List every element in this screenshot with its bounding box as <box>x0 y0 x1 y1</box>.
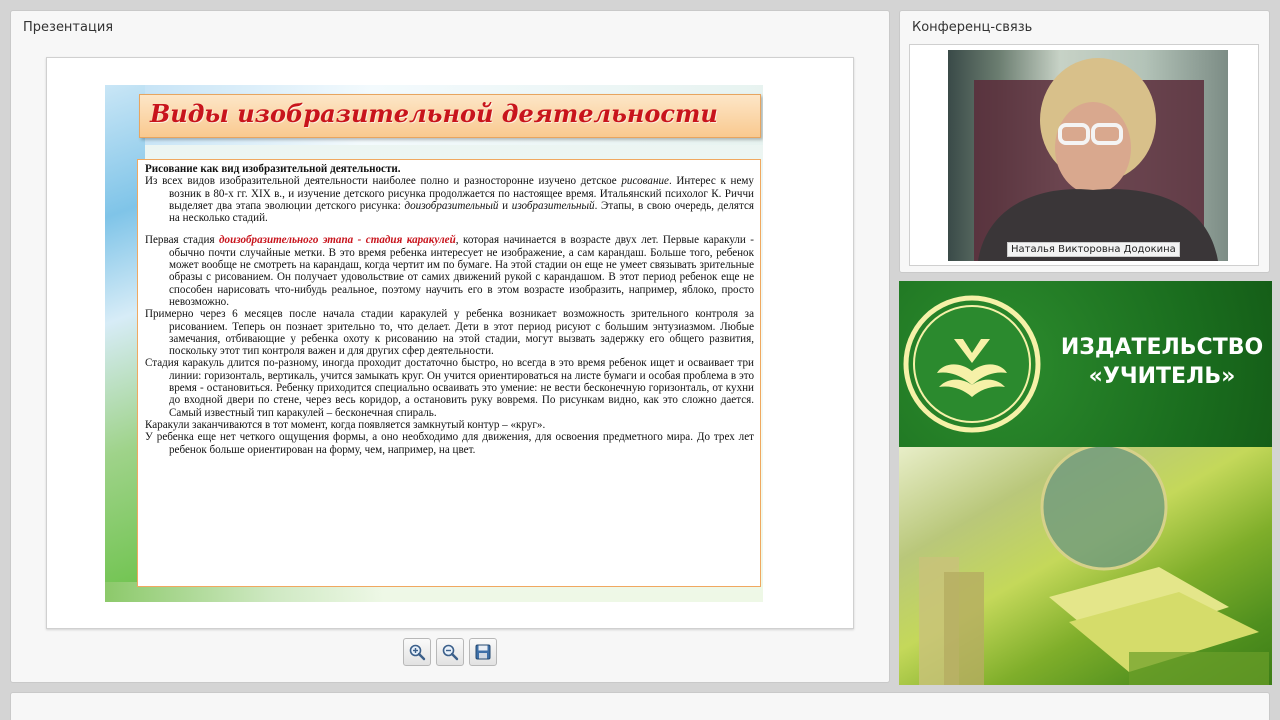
publisher-name: ИЗДАТЕЛЬСТВО «УЧИТЕЛЬ» <box>1057 333 1267 391</box>
conference-panel-title: Конференц-связь <box>912 20 1033 35</box>
participant-silhouette <box>974 58 1218 261</box>
slide-paragraph-3: Примерно через 6 месяцев после начала ст… <box>145 308 754 358</box>
slide-paragraph-4: Стадия каракуль длится по-разному, иногд… <box>145 357 754 419</box>
participant-name-label: Наталья Викторовна Додокина <box>1007 242 1180 257</box>
zoom-out-icon <box>442 644 459 661</box>
zoom-in-icon <box>409 644 426 661</box>
slide: Виды изобразительной деятельности Рисова… <box>105 85 763 602</box>
bottom-panel <box>10 692 1270 720</box>
webcam-video: Наталья Викторовна Додокина <box>948 50 1228 261</box>
banner-books-image <box>899 443 1272 685</box>
slide-title: Виды изобразительной деятельности <box>150 99 718 128</box>
slide-body: Рисование как вид изобразительной деятел… <box>137 159 761 587</box>
conference-panel: Конференц-связь Наталья Викторовна Додок… <box>899 10 1270 273</box>
zoom-out-button[interactable] <box>436 638 464 666</box>
slide-heading: Рисование как вид изобразительной деятел… <box>145 163 401 175</box>
slide-paragraph-5: Каракули заканчиваются в тот момент, ког… <box>145 418 546 431</box>
save-icon <box>475 644 491 660</box>
slide-paragraph-1: Из всех видов изобразительной деятельнос… <box>145 175 754 225</box>
books-globe-illustration <box>919 443 1269 685</box>
publisher-name-line2: «УЧИТЕЛЬ» <box>1088 364 1236 389</box>
presentation-panel: Презентация Виды изобразительной деятель… <box>10 10 890 683</box>
slide-frame: Виды изобразительной деятельности Рисова… <box>46 57 854 629</box>
video-frame: Наталья Викторовна Додокина <box>909 44 1259 266</box>
save-button[interactable] <box>469 638 497 666</box>
banner-header: ИЗДАТЕЛЬСТВО «УЧИТЕЛЬ» <box>899 281 1272 447</box>
slide-paragraph-6: У ребенка еще нет четкого ощущения формы… <box>145 431 754 456</box>
slide-paragraph-2: Первая стадия доизобразительного этапа -… <box>145 234 755 308</box>
publisher-logo-icon <box>903 295 1041 433</box>
slide-title-box: Виды изобразительной деятельности <box>139 94 761 138</box>
publisher-name-line1: ИЗДАТЕЛЬСТВО <box>1060 335 1264 360</box>
zoom-in-button[interactable] <box>403 638 431 666</box>
presentation-panel-title: Презентация <box>23 20 114 35</box>
publisher-banner: ИЗДАТЕЛЬСТВО «УЧИТЕЛЬ» <box>899 281 1272 685</box>
